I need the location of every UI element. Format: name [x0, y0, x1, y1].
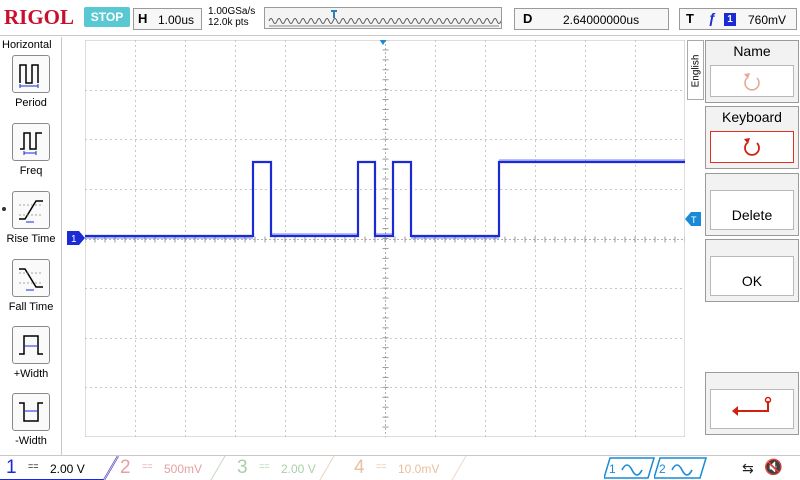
channel2-number: 2 [120, 457, 131, 478]
fall-time-icon [12, 259, 50, 297]
math1-label: 1 [609, 462, 616, 476]
status-bar: RIGOL STOP H 1.00us 1.00GSa/s 12.0k pts … [0, 0, 800, 36]
label-menu: English Name Keyboard Delete OK [687, 40, 800, 437]
channel2-status[interactable]: 2 == 500mV [114, 456, 224, 480]
memory-overview [264, 7, 502, 29]
rotate-knob-icon [744, 138, 760, 156]
run-state-badge[interactable]: STOP [84, 7, 130, 27]
plus-width-icon [12, 326, 50, 364]
minus-width-icon [12, 393, 50, 431]
memory-waveform-overview [268, 10, 501, 27]
horizontal-label: H [138, 11, 148, 26]
rotate-knob-icon [744, 73, 760, 91]
waveform-display[interactable] [85, 40, 685, 437]
channel4-scale: 10.0mV [398, 462, 440, 476]
math1-button[interactable]: 1 [604, 457, 656, 479]
measure-period[interactable]: Period [0, 55, 62, 122]
keyboard-field[interactable] [710, 131, 794, 163]
keyboard-label: Keyboard [722, 109, 782, 125]
period-icon [12, 55, 50, 93]
trigger-box[interactable]: T ƒ 1 760mV [679, 8, 797, 30]
trigger-level: 760mV [748, 13, 787, 27]
menu-title: Horizontal [2, 39, 52, 51]
rise-time-label: Rise Time [6, 233, 56, 245]
timebase-box[interactable]: H 1.00us [133, 8, 202, 30]
math2-label: 2 [659, 462, 666, 476]
delay-box[interactable]: D 2.64000000us [514, 8, 669, 30]
channel3-scale: 2.00 V [281, 462, 316, 476]
channel3-number: 3 [237, 457, 248, 478]
channel3-coupling-icon: == [259, 461, 270, 471]
ok-label: OK [741, 273, 763, 289]
channel2-scale: 500mV [164, 462, 203, 476]
channel4-status[interactable]: 4 == 10.0mV [348, 456, 464, 480]
channel1-offset-marker[interactable]: 1 [67, 231, 85, 248]
speaker-muted-icon[interactable]: 🔇 [764, 458, 783, 476]
usb-icon: ⇆ [742, 460, 754, 476]
freq-label: Freq [19, 165, 43, 177]
measure-freq[interactable]: Freq [0, 123, 62, 190]
minus-width-label: -Width [15, 435, 47, 447]
fall-time-label: Fall Time [8, 301, 54, 313]
return-button[interactable] [705, 372, 799, 435]
measure-minus-width[interactable]: -Width [0, 393, 62, 460]
name-field[interactable] [710, 65, 794, 97]
math2-button[interactable]: 2 [654, 457, 708, 479]
trigger-source: 1 [724, 13, 736, 26]
name-label: Name [733, 43, 771, 59]
selection-dot [2, 207, 6, 211]
channel3-status[interactable]: 3 == 2.00 V [231, 456, 341, 480]
ok-button[interactable]: OK [705, 239, 799, 302]
measure-rise-time[interactable]: Rise Time [0, 191, 62, 258]
delay-value: 2.64000000us [563, 13, 640, 27]
delete-label: Delete [731, 207, 773, 223]
delay-label: D [523, 11, 533, 26]
period-label: Period [15, 97, 47, 109]
measure-plus-width[interactable]: +Width [0, 326, 62, 393]
language-tab[interactable]: English [687, 40, 704, 100]
plus-width-label: +Width [13, 368, 49, 380]
channel-bar: 1 == 2.00 V 2 == 500mV 3 == 2.00 V 4 == … [0, 455, 800, 480]
timebase-value: 1.00us [158, 13, 195, 27]
rise-time-icon [12, 191, 50, 229]
brand-logo: RIGOL [4, 5, 75, 29]
rising-edge-icon: ƒ [708, 10, 716, 26]
return-arrow-icon [732, 396, 772, 416]
freq-icon [12, 123, 50, 161]
acquisition-info: 1.00GSa/s 12.0k pts [208, 6, 255, 28]
memory-depth: 12.0k pts [208, 17, 249, 28]
channel2-coupling-icon: == [142, 461, 153, 471]
channel4-number: 4 [354, 457, 365, 478]
name-button[interactable]: Name [705, 40, 799, 103]
measure-menu: Horizontal Period Freq Rise Time Fall Ti… [0, 37, 62, 455]
trigger-position-marker [331, 10, 337, 18]
sample-rate: 1.00GSa/s [208, 6, 256, 17]
language-label: English [690, 54, 702, 88]
delete-button[interactable]: Delete [705, 173, 799, 236]
keyboard-button[interactable]: Keyboard [705, 106, 799, 169]
channel1-marker-text: 1 [71, 234, 77, 245]
channel4-coupling-icon: == [376, 461, 387, 471]
trigger-label: T [686, 11, 694, 26]
measure-fall-time[interactable]: Fall Time [0, 259, 62, 326]
